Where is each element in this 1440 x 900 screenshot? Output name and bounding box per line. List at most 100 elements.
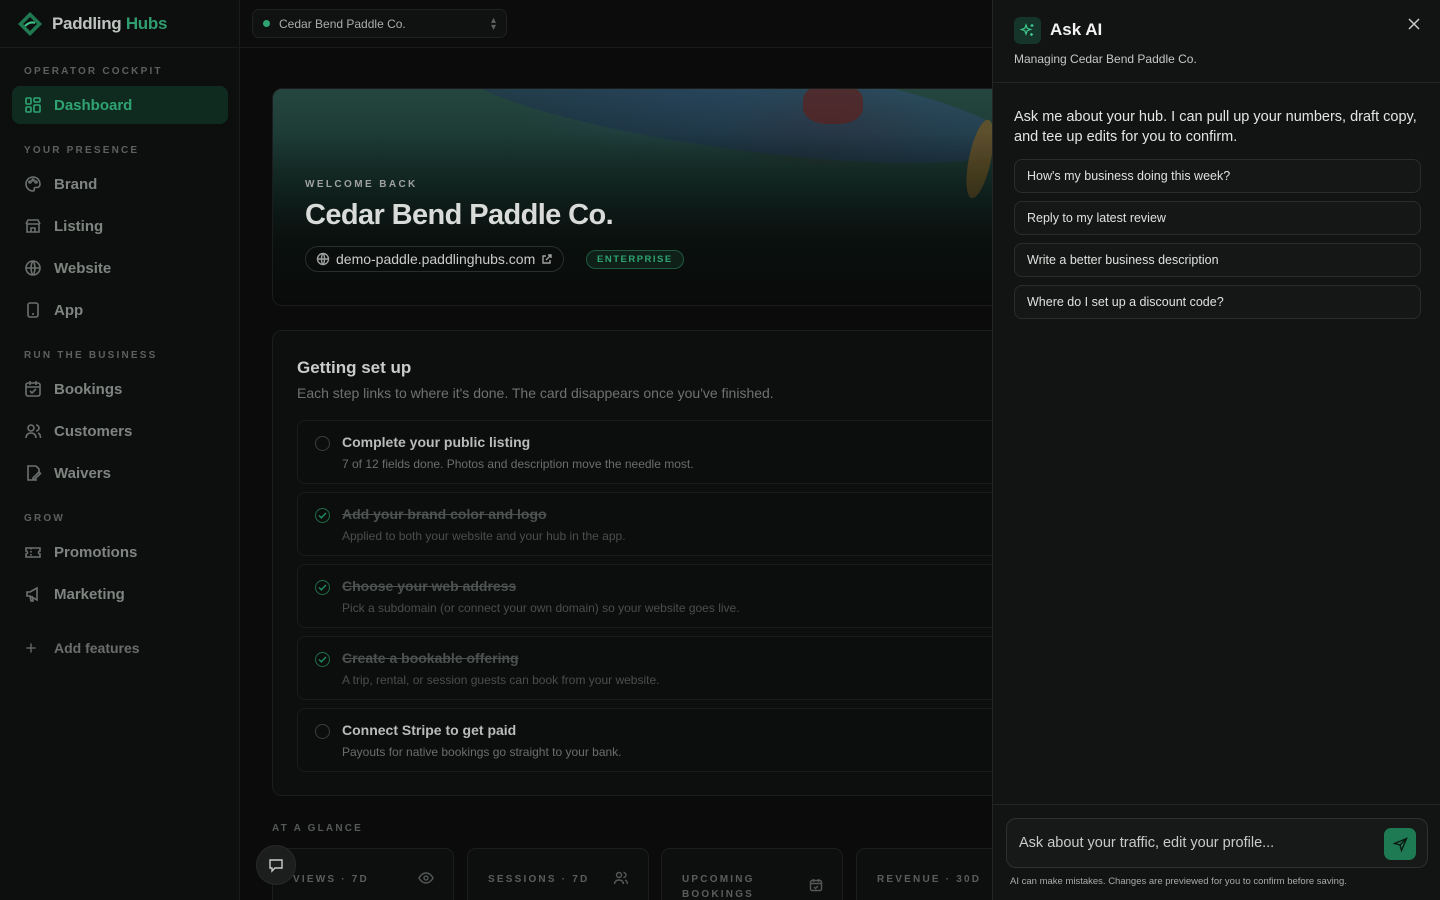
topbar: Cedar Bend Paddle Co. ▴ ▾ — [240, 0, 1000, 48]
setup-step[interactable]: Create a bookable offering A trip, renta… — [297, 636, 1007, 700]
setup-step[interactable]: Complete your public listing 7 of 12 fie… — [297, 420, 1007, 484]
step-description: Pick a subdomain (or connect your own do… — [342, 601, 740, 615]
calendar-icon — [25, 381, 41, 397]
users-icon — [25, 424, 42, 439]
dashboard-icon — [25, 97, 41, 113]
stat-label: UPCOMING BOOKINGS — [682, 874, 755, 900]
nav-section-business: RUN THE BUSINESS — [24, 350, 158, 361]
stat-card-upcoming-bookings[interactable]: UPCOMING BOOKINGS — [661, 848, 843, 900]
chevron-updown-icon: ▴ ▾ — [490, 15, 496, 33]
document-sign-icon — [27, 465, 42, 481]
stat-card-views[interactable]: VIEWS · 7D — [272, 848, 454, 900]
ai-panel-subtitle: Managing Cedar Bend Paddle Co. — [1014, 52, 1197, 66]
setup-subtitle: Each step links to where it's done. The … — [297, 385, 774, 401]
brand-header[interactable]: Paddling Hubs — [0, 0, 239, 48]
setup-step[interactable]: Add your brand color and logo Applied to… — [297, 492, 1007, 556]
sidebar-item-label: Marketing — [54, 585, 125, 603]
ai-panel-title: Ask AI — [1050, 20, 1103, 39]
step-description: 7 of 12 fields done. Photos and descript… — [342, 457, 694, 471]
step-title: Complete your public listing — [342, 434, 531, 450]
nav-section-cockpit: OPERATOR COCKPIT — [24, 66, 163, 77]
sidebar-item-brand[interactable]: Brand — [12, 165, 228, 203]
step-description: A trip, rental, or session guests can bo… — [342, 673, 660, 687]
setup-step[interactable]: Choose your web address Pick a subdomain… — [297, 564, 1007, 628]
eye-icon — [418, 872, 434, 884]
ticket-icon — [25, 547, 41, 558]
palette-icon — [25, 176, 41, 192]
ai-message-input[interactable]: Ask about your traffic, edit your profil… — [1006, 818, 1428, 868]
setup-step[interactable]: Connect Stripe to get paid Payouts for n… — [297, 708, 1007, 772]
step-complete-icon — [315, 580, 330, 595]
storefront-icon — [25, 219, 41, 233]
sidebar-item-waivers[interactable]: Waivers — [12, 454, 228, 492]
globe-icon — [316, 252, 330, 266]
ask-ai-panel: Ask AI Managing Cedar Bend Paddle Co. As… — [992, 0, 1440, 900]
close-icon[interactable] — [1406, 16, 1422, 32]
users-icon — [613, 871, 628, 885]
page-title: Cedar Bend Paddle Co. — [305, 199, 614, 231]
hero-kicker: WELCOME BACK — [305, 179, 418, 190]
sidebar-item-listing[interactable]: Listing — [12, 207, 228, 245]
hero-overlay — [273, 89, 1011, 305]
sidebar-item-label: Brand — [54, 175, 98, 193]
stat-label: REVENUE · 30D — [877, 874, 982, 885]
calendar-icon — [809, 879, 823, 892]
sidebar-item-label: Bookings — [54, 380, 123, 398]
send-button[interactable] — [1384, 828, 1416, 860]
sidebar-item-label: Website — [54, 259, 112, 277]
ai-suggestion-chip[interactable]: Reply to my latest review — [1014, 201, 1421, 235]
website-url-link[interactable]: demo-paddle.paddlinghubs.com — [305, 246, 565, 272]
step-title: Connect Stripe to get paid — [342, 722, 517, 738]
send-icon — [1392, 836, 1408, 852]
sidebar-item-app[interactable]: App — [12, 291, 228, 329]
setup-title: Getting set up — [297, 358, 412, 377]
stat-card-sessions[interactable]: SESSIONS · 7D — [467, 848, 649, 900]
ai-panel-header: Ask AI Managing Cedar Bend Paddle Co. — [993, 0, 1440, 83]
plus-icon — [26, 643, 36, 653]
sidebar-item-promotions[interactable]: Promotions — [12, 533, 228, 571]
ai-suggestion-chip[interactable]: Where do I set up a discount code? — [1014, 285, 1421, 319]
org-switcher[interactable]: Cedar Bend Paddle Co. ▴ ▾ — [252, 9, 507, 38]
step-complete-icon — [315, 508, 330, 523]
stat-label: SESSIONS · 7D — [488, 874, 590, 885]
nav-section-presence: YOUR PRESENCE — [24, 145, 140, 156]
sidebar-item-label: Promotions — [54, 543, 138, 561]
sidebar-item-dashboard[interactable]: Dashboard — [12, 86, 228, 124]
status-dot — [263, 20, 270, 27]
ai-suggestion-chip[interactable]: How's my business doing this week? — [1014, 159, 1421, 193]
sidebar-item-marketing[interactable]: Marketing — [12, 575, 228, 613]
ai-input-placeholder: Ask about your traffic, edit your profil… — [1019, 835, 1275, 851]
step-title: Create a bookable offering — [342, 650, 519, 666]
add-features-label: Add features — [54, 640, 140, 656]
sparkles-icon — [1014, 17, 1041, 44]
sidebar-item-customers[interactable]: Customers — [12, 412, 228, 450]
step-description: Payouts for native bookings go straight … — [342, 745, 622, 759]
getting-set-up-card: Getting set up Each step links to where … — [272, 330, 1012, 796]
step-incomplete-icon — [315, 436, 330, 451]
app-name: Paddling Hubs — [52, 13, 168, 33]
ai-suggestion-chip[interactable]: Write a better business description — [1014, 243, 1421, 277]
globe-icon — [25, 260, 41, 276]
step-incomplete-icon — [315, 724, 330, 739]
step-title: Add your brand color and logo — [342, 506, 547, 522]
sidebar-item-label: Dashboard — [54, 96, 133, 114]
sidebar: Paddling Hubs OPERATOR COCKPIT Dashboard… — [0, 0, 240, 900]
sidebar-item-bookings[interactable]: Bookings — [12, 370, 228, 408]
welcome-hero: WELCOME BACK Cedar Bend Paddle Co. demo-… — [272, 88, 1012, 306]
sidebar-item-label: Customers — [54, 422, 133, 440]
ai-disclaimer: AI can make mistakes. Changes are previe… — [1010, 876, 1347, 887]
add-features-button[interactable]: Add features — [12, 629, 228, 667]
at-a-glance-heading: AT A GLANCE — [272, 823, 364, 834]
ai-composer: Ask about your traffic, edit your profil… — [993, 804, 1440, 900]
sidebar-item-website[interactable]: Website — [12, 249, 228, 287]
nav-section-grow: GROW — [24, 513, 66, 524]
website-url-text: demo-paddle.paddlinghubs.com — [336, 251, 536, 267]
org-switcher-label: Cedar Bend Paddle Co. — [279, 16, 406, 31]
sidebar-item-label: App — [54, 301, 84, 319]
sidebar-item-label: Waivers — [54, 464, 111, 482]
chat-fab-button[interactable] — [256, 845, 296, 885]
chat-bubble-icon — [269, 859, 283, 873]
ai-intro-message: Ask me about your hub. I can pull up you… — [1014, 109, 1417, 145]
megaphone-icon — [26, 586, 38, 602]
step-complete-icon — [315, 652, 330, 667]
